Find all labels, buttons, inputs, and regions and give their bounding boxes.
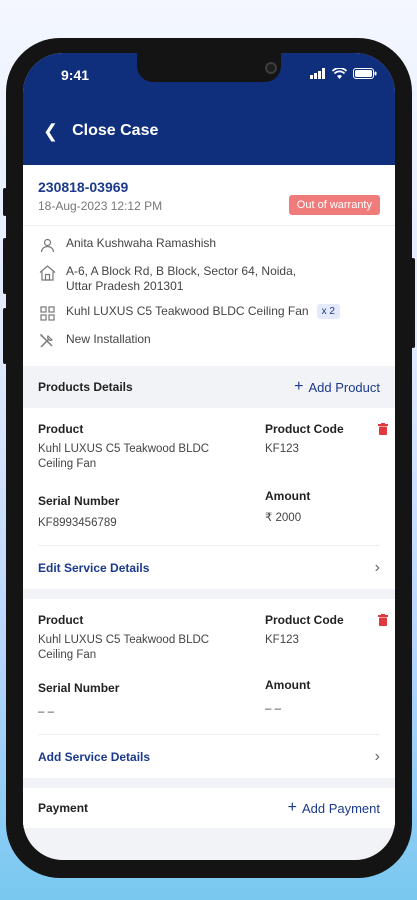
product-card: Product Kuhl LUXUS C5 Teakwood BLDC Ceil… <box>23 408 395 589</box>
trash-icon[interactable] <box>378 613 388 631</box>
address-row: A-6, A Block Rd, B Block, Sector 64, Noi… <box>38 264 380 294</box>
add-service-details-link[interactable]: Add Service Details <box>38 750 150 764</box>
trash-icon[interactable] <box>378 422 388 440</box>
notch <box>137 53 281 82</box>
wifi-icon <box>332 68 347 79</box>
edit-service-details-link[interactable]: Edit Service Details <box>38 561 149 575</box>
customer-row: Anita Kushwaha Ramashish <box>38 236 380 254</box>
battery-icon <box>353 68 377 79</box>
product-code-label: Product Code <box>265 422 344 436</box>
product-row: Kuhl LUXUS C5 Teakwood BLDC Ceiling Fan … <box>38 304 380 322</box>
content: 230818-03969 18-Aug-2023 12:12 PM Out of… <box>23 165 395 828</box>
product-card: Product Kuhl LUXUS C5 Teakwood BLDC Ceil… <box>23 599 395 778</box>
product-code-value: KF123 <box>265 634 299 646</box>
serial-number-label: Serial Number <box>38 494 120 508</box>
status-icons <box>310 68 377 79</box>
product-name: Kuhl LUXUS C5 Teakwood BLDC Ceiling Fan <box>38 443 210 470</box>
customer-address: A-6, A Block Rd, B Block, Sector 64, Noi… <box>66 264 297 293</box>
payment-section-title: Payment <box>38 801 89 815</box>
chevron-right-icon: › <box>374 558 380 576</box>
tools-icon <box>38 332 56 350</box>
customer-name: Anita Kushwaha Ramashish <box>66 236 217 250</box>
product-code-label: Product Code <box>265 613 344 627</box>
add-product-label: Add Product <box>308 379 380 395</box>
amount-label: Amount <box>265 678 311 692</box>
app-bar: ❮ Close Case <box>23 97 395 165</box>
product-label: Product <box>38 422 84 436</box>
phone-mute-button <box>3 188 7 216</box>
case-info-list: Anita Kushwaha Ramashish A-6, A Block Rd… <box>23 226 395 366</box>
product-name: Kuhl LUXUS C5 Teakwood BLDC Ceiling Fan <box>38 634 210 661</box>
amount-value: ₹ 2000 <box>265 512 302 524</box>
case-header: 230818-03969 18-Aug-2023 12:12 PM Out of… <box>23 165 395 226</box>
case-product-name: Kuhl LUXUS C5 Teakwood BLDC Ceiling Fan <box>66 304 309 318</box>
phone-power-button <box>411 258 415 348</box>
product-label: Product <box>38 613 84 627</box>
warranty-status-badge: Out of warranty <box>288 195 380 215</box>
status-bar: 9:41 <box>23 53 395 97</box>
camera-icon <box>265 62 277 74</box>
plus-icon: + <box>287 799 297 816</box>
payment-section-header: Payment + Add Payment <box>23 788 395 828</box>
amount-value: – – <box>265 703 281 715</box>
case-id: 230818-03969 <box>38 179 129 195</box>
user-icon <box>38 236 56 254</box>
status-time: 9:41 <box>61 67 90 83</box>
service-type-row: New Installation <box>38 332 380 350</box>
serial-number-value: – – <box>38 706 54 718</box>
chevron-left-icon[interactable]: ❮ <box>43 121 58 142</box>
phone-volume-up-button <box>3 238 7 294</box>
product-quantity-badge: x 2 <box>316 304 340 319</box>
amount-label: Amount <box>265 489 311 503</box>
app-screen: 9:41 ❮ Close Case 230818-03969 18-Aug-20… <box>23 53 395 860</box>
add-service-details-row[interactable]: Add Service Details › <box>38 734 380 778</box>
serial-number-label: Serial Number <box>38 681 120 695</box>
phone-volume-down-button <box>3 308 7 364</box>
products-section-header: Products Details + Add Product <box>23 366 395 408</box>
serial-number-value: KF8993456789 <box>38 517 117 529</box>
service-type: New Installation <box>66 332 151 346</box>
page-title: Close Case <box>72 122 159 139</box>
product-code-value: KF123 <box>265 443 299 455</box>
grid-icon <box>38 304 56 322</box>
add-payment-label: Add Payment <box>301 800 380 816</box>
add-payment-button[interactable]: + Add Payment <box>287 799 380 816</box>
products-section-title: Products Details <box>38 380 133 394</box>
chevron-right-icon: › <box>374 747 380 765</box>
home-icon <box>38 264 56 282</box>
signal-icon <box>310 68 325 79</box>
plus-icon: + <box>294 378 304 395</box>
add-product-button[interactable]: + Add Product <box>294 378 380 395</box>
case-summary-card: 230818-03969 18-Aug-2023 12:12 PM Out of… <box>23 165 395 366</box>
edit-service-details-row[interactable]: Edit Service Details › <box>38 545 380 589</box>
